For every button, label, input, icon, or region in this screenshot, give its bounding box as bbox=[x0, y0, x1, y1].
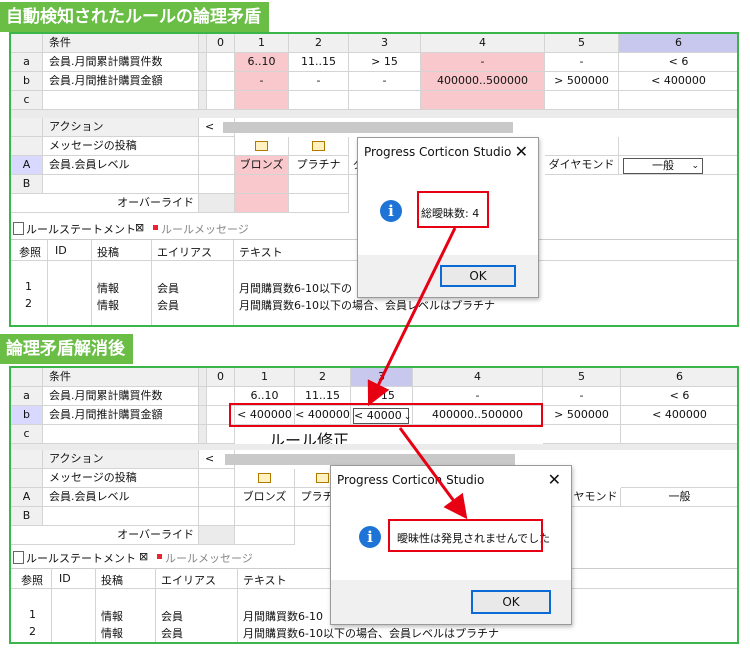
callout-arrows bbox=[367, 227, 468, 520]
arrow-to-result bbox=[398, 427, 468, 520]
arrow-to-fix bbox=[367, 227, 457, 407]
